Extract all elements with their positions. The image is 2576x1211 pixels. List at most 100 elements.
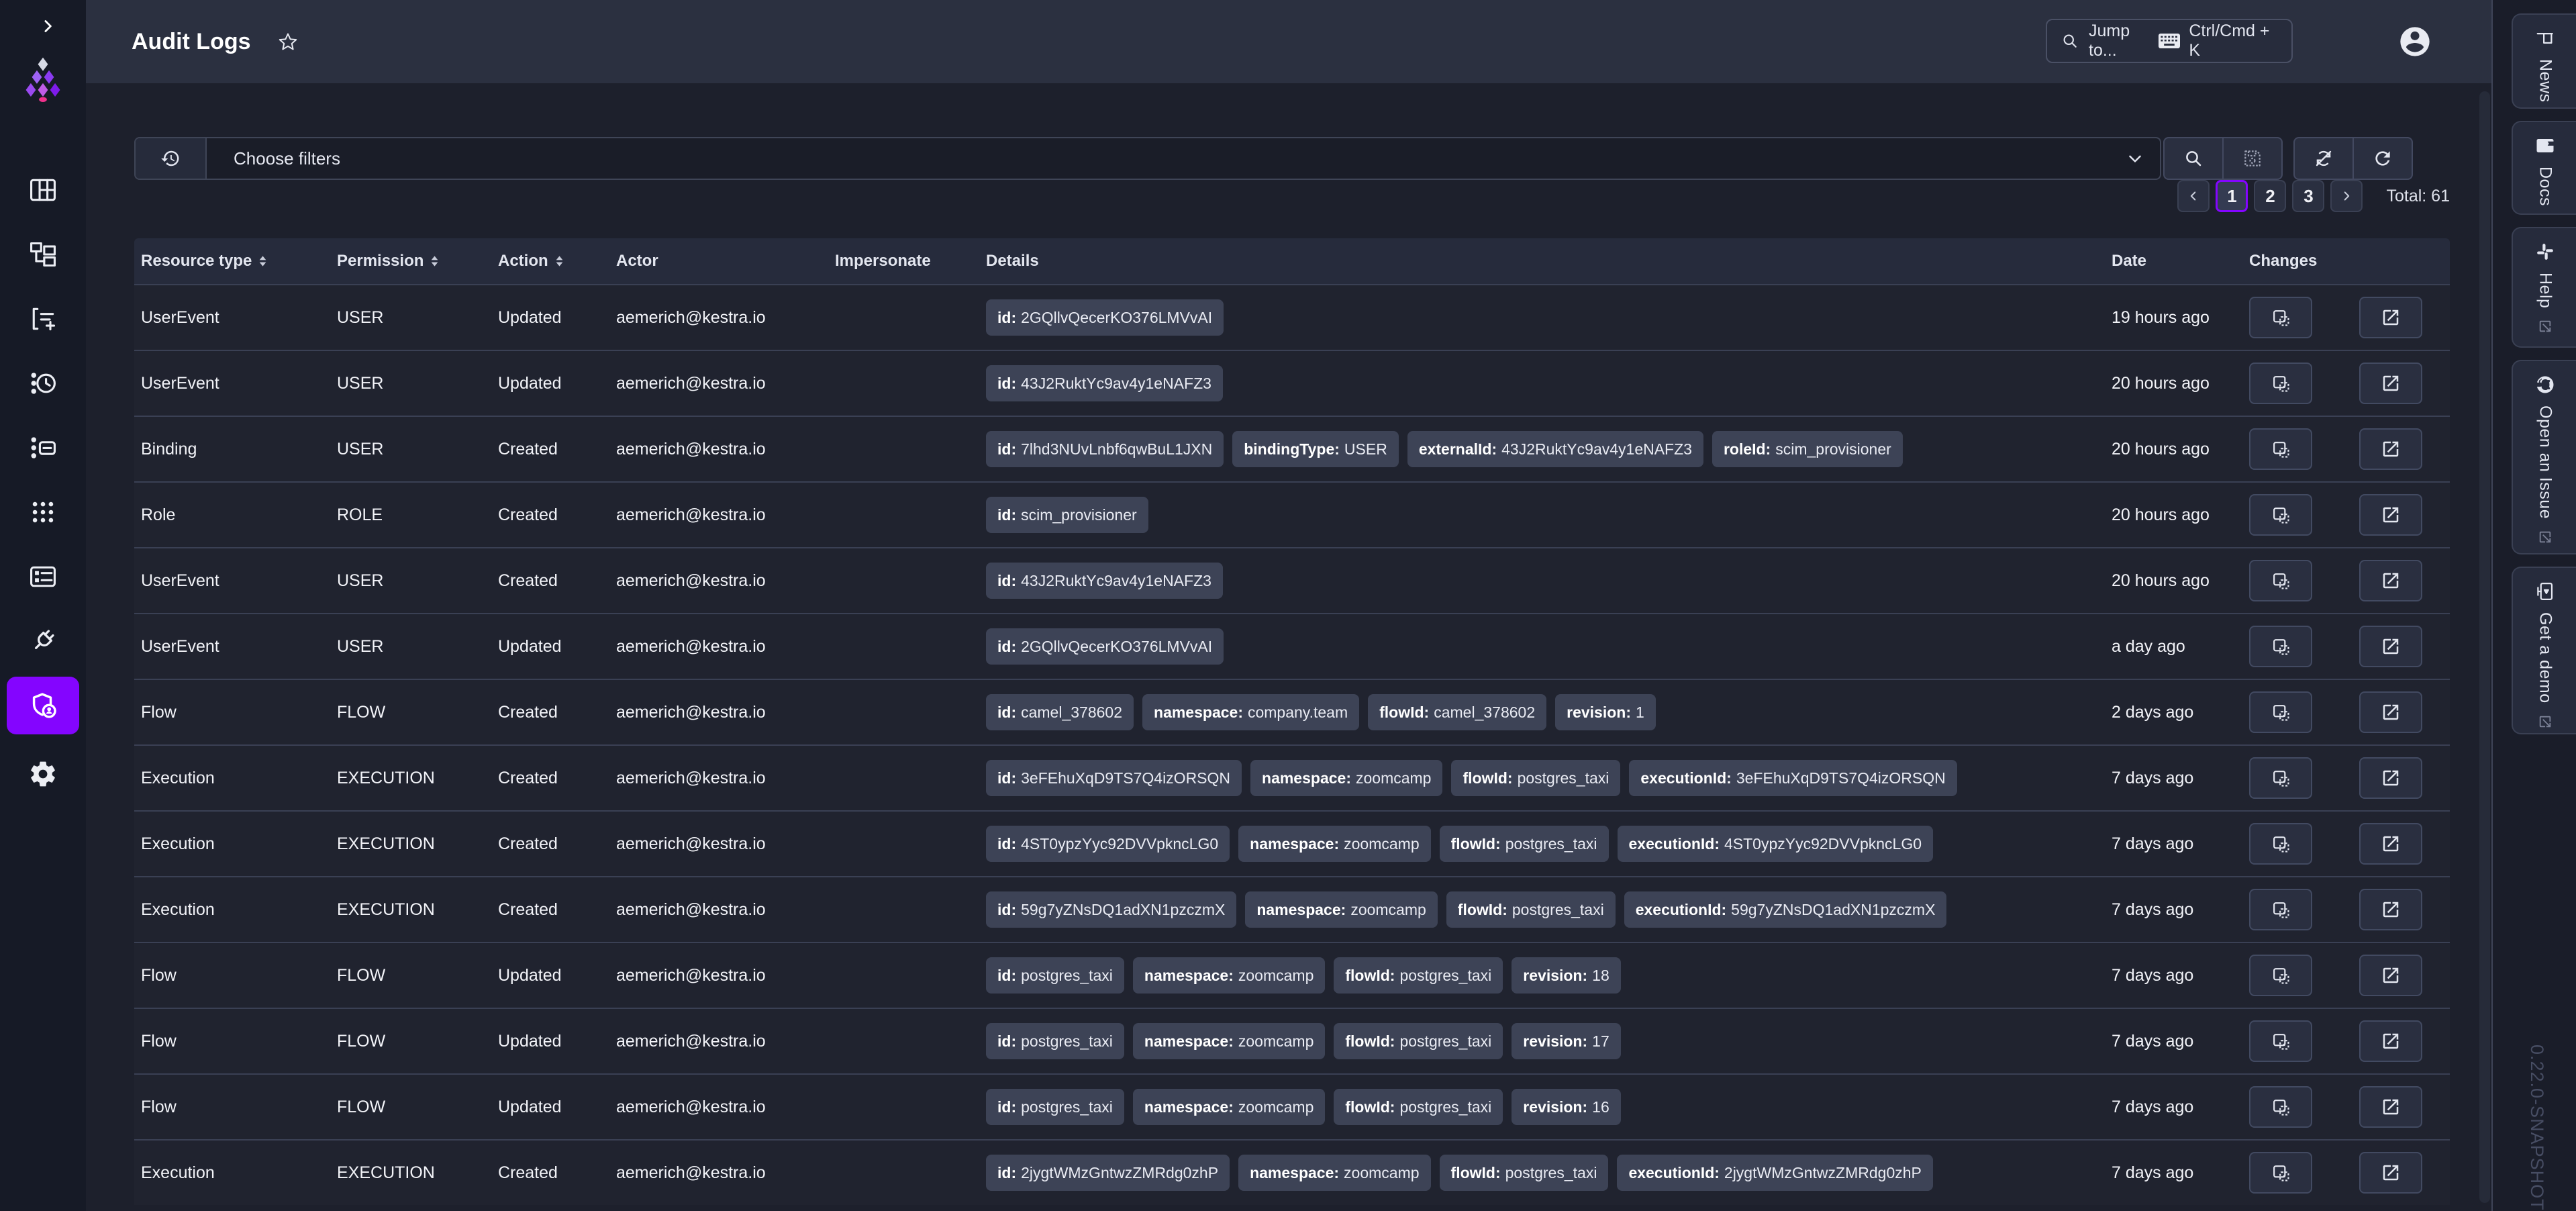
cell-permission: EXECUTION: [337, 834, 435, 853]
cell-action: Created: [498, 1163, 558, 1182]
rail-tab-open-an-issue[interactable]: Open an Issue: [2512, 360, 2576, 554]
cell-details: id: 59g7yZNsDQ1adXN1pzczmX namespace: zoomc…: [979, 891, 2105, 928]
page-button-3[interactable]: 3: [2292, 180, 2325, 212]
rail-tab-get-a-demo[interactable]: Get a demo: [2512, 567, 2576, 734]
cell-resource-type: Role: [141, 505, 176, 524]
diff-changes-button[interactable]: [2249, 955, 2312, 996]
open-changes-button[interactable]: [2359, 494, 2422, 536]
cell-changes: [2248, 297, 2450, 338]
diff-changes-button[interactable]: [2249, 691, 2312, 733]
table-row[interactable]: UserEvent USER Updated aemerich@kestra.i…: [134, 613, 2450, 679]
diff-changes-button[interactable]: [2249, 1020, 2312, 1062]
column-header-action[interactable]: Action: [491, 252, 609, 271]
open-changes-button[interactable]: [2359, 823, 2422, 865]
open-changes-button[interactable]: [2359, 691, 2422, 733]
chevron-down-icon[interactable]: [2125, 148, 2145, 168]
column-header-details: Details: [986, 252, 1039, 270]
next-page-button[interactable]: [2330, 180, 2363, 212]
cell-permission: EXECUTION: [337, 1163, 435, 1182]
sidebar-item-administration[interactable]: [7, 612, 79, 670]
table-row[interactable]: Binding USER Created aemerich@kestra.io …: [134, 416, 2450, 481]
diff-revisions-icon: [2271, 768, 2291, 789]
column-header-resource-type[interactable]: Resource type: [134, 252, 330, 271]
diff-changes-button[interactable]: [2249, 297, 2312, 338]
open-changes-button[interactable]: [2359, 1086, 2422, 1128]
diff-changes-button[interactable]: [2249, 1152, 2312, 1194]
chevron-right-icon: [2339, 189, 2354, 203]
open-in-new-icon: [2381, 571, 2401, 591]
auto-refresh-toggle-button[interactable]: [2295, 138, 2352, 179]
expand-sidebar-chevron-icon[interactable]: [38, 16, 58, 36]
open-changes-button[interactable]: [2359, 955, 2422, 996]
table-row[interactable]: UserEvent USER Updated aemerich@kestra.i…: [134, 350, 2450, 416]
detail-badge: executionId: 2jygtWMzGntwzZMRdg0zhP: [1617, 1155, 1933, 1191]
refresh-button[interactable]: [2352, 138, 2412, 179]
sidebar-item-logs[interactable]: [7, 354, 79, 412]
diff-changes-button[interactable]: [2249, 1086, 2312, 1128]
open-changes-button[interactable]: [2359, 560, 2422, 601]
table-row[interactable]: Execution EXECUTION Created aemerich@kes…: [134, 810, 2450, 876]
vertical-scrollbar[interactable]: [2479, 91, 2490, 1203]
rail-tab-news[interactable]: News: [2512, 13, 2576, 109]
diff-changes-button[interactable]: [2249, 362, 2312, 404]
diff-changes-button[interactable]: [2249, 560, 2312, 601]
account-circle-icon[interactable]: [2397, 24, 2432, 59]
detail-badge: bindingType: USER: [1232, 431, 1399, 467]
diff-changes-button[interactable]: [2249, 889, 2312, 930]
cell-permission: FLOW: [337, 1097, 386, 1116]
open-changes-button[interactable]: [2359, 757, 2422, 799]
table-row[interactable]: Execution EXECUTION Created aemerich@kes…: [134, 1139, 2450, 1205]
open-changes-button[interactable]: [2359, 889, 2422, 930]
app-version: 0.22.0-SNAPSHOT: [2527, 1045, 2547, 1211]
sidebar-item-flows[interactable]: [7, 226, 79, 283]
open-changes-button[interactable]: [2359, 1152, 2422, 1194]
cell-actor: aemerich@kestra.io: [616, 307, 766, 327]
cell-changes: [2248, 691, 2450, 733]
filter-save-button[interactable]: [2222, 138, 2281, 179]
diff-revisions-icon: [2271, 571, 2291, 591]
open-changes-button[interactable]: [2359, 1020, 2422, 1062]
table-row[interactable]: Execution EXECUTION Created aemerich@kes…: [134, 744, 2450, 810]
cell-date: 7 days ago: [2112, 965, 2194, 985]
jump-to-search[interactable]: Jump to... Ctrl/Cmd + K: [2046, 19, 2293, 63]
sidebar-item-dashboard[interactable]: [7, 161, 79, 219]
table-row[interactable]: UserEvent USER Created aemerich@kestra.i…: [134, 547, 2450, 613]
sidebar-item-iam-active[interactable]: [7, 677, 79, 734]
diff-revisions-icon: [2271, 1031, 2291, 1052]
open-changes-button[interactable]: [2359, 297, 2422, 338]
table-row[interactable]: Execution EXECUTION Created aemerich@kes…: [134, 876, 2450, 942]
sidebar-item-blueprints[interactable]: [7, 483, 79, 541]
sidebar-item-settings[interactable]: [7, 745, 79, 803]
diff-changes-button[interactable]: [2249, 757, 2312, 799]
table-row[interactable]: Flow FLOW Updated aemerich@kestra.io id:…: [134, 1073, 2450, 1139]
page-button-2[interactable]: 2: [2254, 180, 2287, 212]
kestra-logo[interactable]: [23, 56, 63, 102]
open-changes-button[interactable]: [2359, 428, 2422, 470]
filters-input[interactable]: Choose filters: [134, 137, 2161, 180]
diff-changes-button[interactable]: [2249, 823, 2312, 865]
open-changes-button[interactable]: [2359, 626, 2422, 667]
table-row[interactable]: Flow FLOW Updated aemerich@kestra.io id:…: [134, 942, 2450, 1008]
page-button-1[interactable]: 1: [2216, 180, 2248, 212]
sidebar-item-namespaces[interactable]: [7, 419, 79, 477]
table-row[interactable]: Flow FLOW Updated aemerich@kestra.io id:…: [134, 1008, 2450, 1073]
filter-search-button[interactable]: [2165, 138, 2222, 179]
sort-icon: [430, 255, 439, 267]
rail-tab-help[interactable]: Help: [2512, 227, 2576, 348]
open-changes-button[interactable]: [2359, 362, 2422, 404]
prev-page-button[interactable]: [2177, 180, 2210, 212]
table-row[interactable]: Role ROLE Created aemerich@kestra.io id:…: [134, 481, 2450, 547]
detail-badge: id: 4ST0ypzYyc92DVVpkncLG0: [986, 826, 1230, 862]
column-header-permission[interactable]: Permission: [330, 252, 491, 271]
sidebar-item-apps[interactable]: [7, 548, 79, 606]
cell-actor: aemerich@kestra.io: [616, 1097, 766, 1116]
diff-changes-button[interactable]: [2249, 626, 2312, 667]
favorite-star-icon[interactable]: [278, 32, 298, 52]
sidebar-item-executions[interactable]: [7, 290, 79, 348]
table-row[interactable]: UserEvent USER Updated aemerich@kestra.i…: [134, 284, 2450, 350]
filter-history-button[interactable]: [136, 138, 207, 179]
diff-changes-button[interactable]: [2249, 428, 2312, 470]
table-row[interactable]: Flow FLOW Created aemerich@kestra.io id:…: [134, 679, 2450, 744]
diff-changes-button[interactable]: [2249, 494, 2312, 536]
rail-tab-docs[interactable]: Docs: [2512, 121, 2576, 215]
